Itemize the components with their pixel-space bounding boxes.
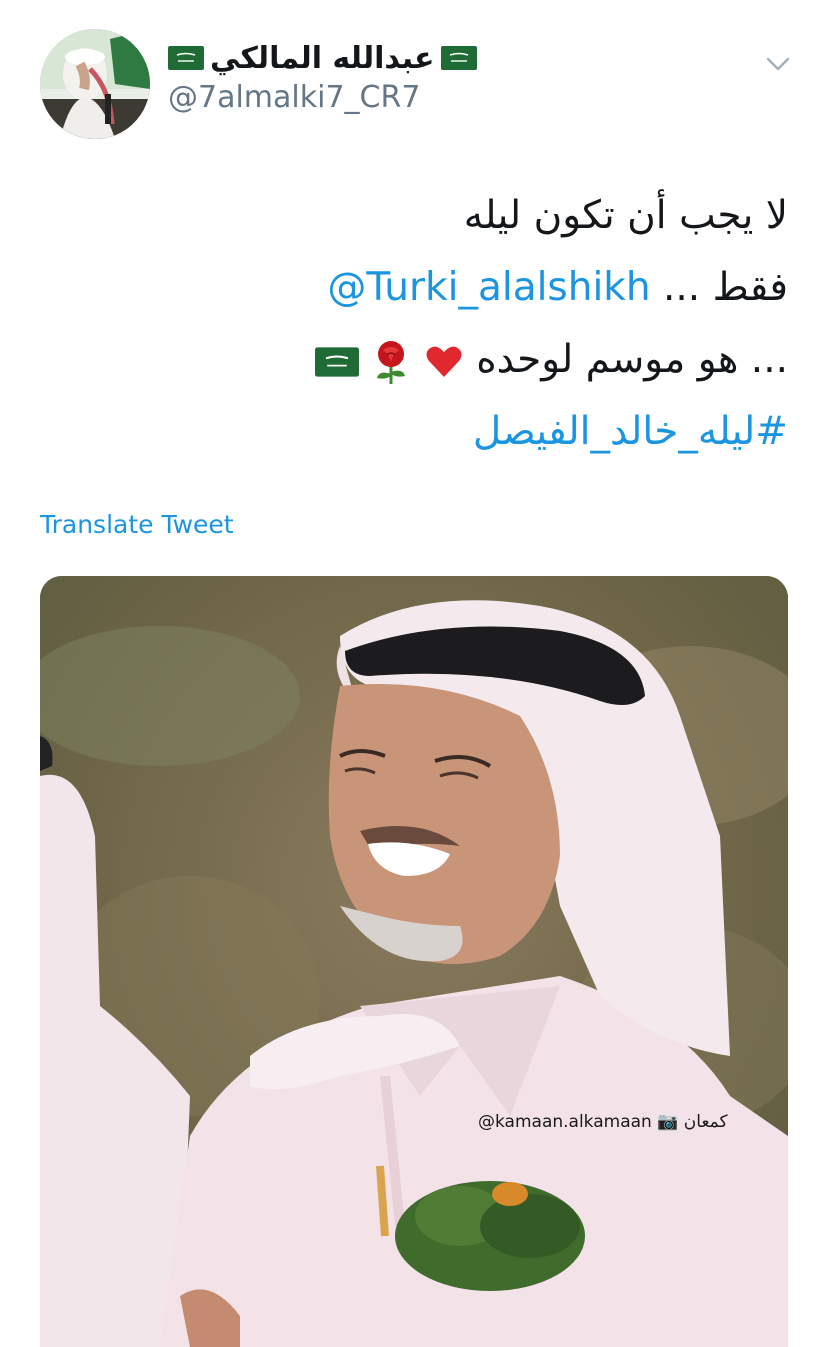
avatar[interactable] xyxy=(40,29,150,139)
tweet-line-2: فقط ... @Turki_alalshikh xyxy=(48,252,788,324)
tweet-line-3: ... هو موسم لوحده xyxy=(48,324,788,396)
saudi-flag-icon xyxy=(168,46,204,70)
tweet-line-2-text: فقط ... xyxy=(663,265,788,310)
saudi-flag-icon xyxy=(314,346,359,377)
chevron-down-icon[interactable] xyxy=(764,50,792,78)
heart-icon xyxy=(426,346,462,377)
tweet-line-1: لا يجب أن تكون ليله xyxy=(463,193,788,238)
rose-icon xyxy=(377,340,406,384)
translate-tweet-link[interactable]: Translate Tweet xyxy=(40,510,234,539)
author-name[interactable]: عبدالله المالكي xyxy=(210,41,435,76)
tweet-media-image[interactable]: @kamaan.alkamaan 📷 كمعان xyxy=(40,576,788,1347)
photo-watermark: @kamaan.alkamaan 📷 كمعان xyxy=(478,1112,728,1132)
author-handle[interactable]: @7almalki7_CR7 xyxy=(168,80,420,115)
author-name-line[interactable]: عبدالله المالكي xyxy=(168,38,477,78)
saudi-flag-icon xyxy=(440,46,477,70)
tweet-text: لا يجب أن تكون ليله فقط ... @Turki_alals… xyxy=(48,180,788,468)
hashtag-link[interactable]: #ليله_خالد_الفيصل xyxy=(48,396,788,468)
mention-link[interactable]: @Turki_alalshikh xyxy=(327,265,650,310)
tweet-header: عبدالله المالكي @7almalki7_CR7 xyxy=(0,0,828,150)
tweet-line-3-text: ... هو موسم لوحده xyxy=(476,337,788,382)
